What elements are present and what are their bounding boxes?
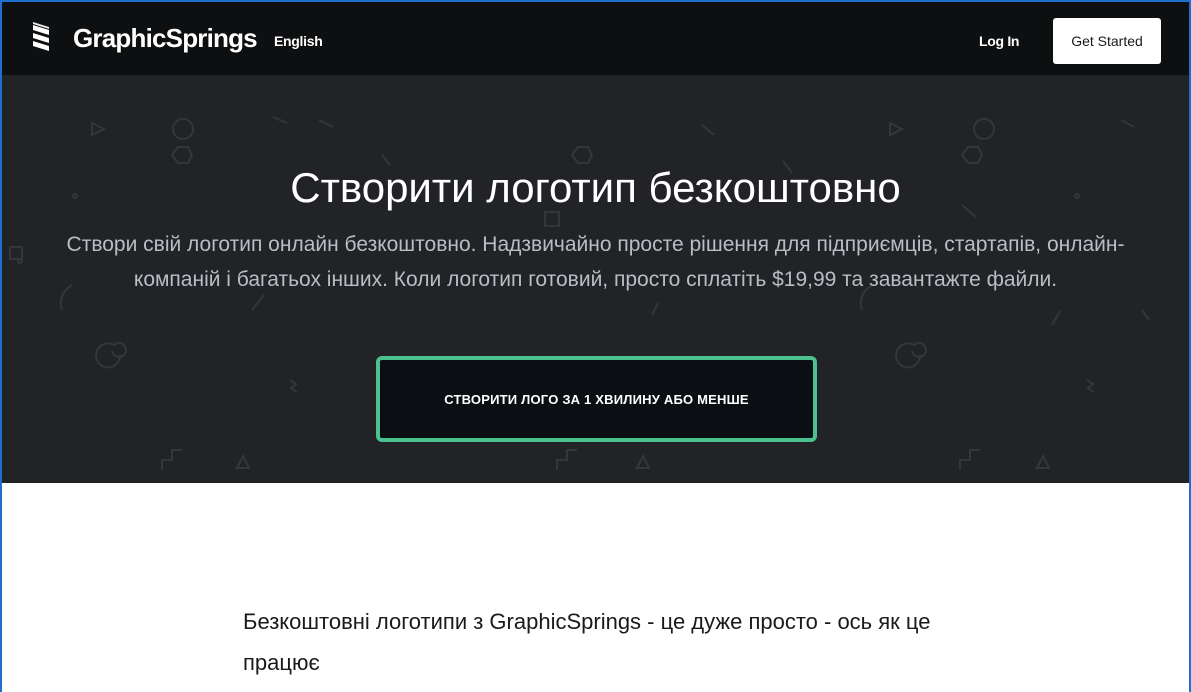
graphicsprings-logo-icon[interactable] bbox=[31, 21, 51, 55]
create-logo-cta-button[interactable]: СТВОРИТИ ЛОГО ЗА 1 ХВИЛИНУ АБО МЕНШЕ bbox=[376, 356, 817, 442]
login-link[interactable]: Log In bbox=[979, 33, 1019, 49]
how-it-works-heading: Безкоштовні логотипи з GraphicSprings - … bbox=[243, 609, 931, 675]
language-selector[interactable]: English bbox=[274, 33, 323, 49]
hero-title: Створити логотип безкоштовно bbox=[290, 164, 901, 211]
top-navigation-bar: GraphicSprings English Log In Get Starte… bbox=[2, 0, 1189, 75]
hero-subtitle: Створи свій логотип онлайн безкоштовно. … bbox=[66, 233, 1125, 291]
brand-name[interactable]: GraphicSprings bbox=[73, 23, 258, 54]
hero-section: Створити логотип безкоштовно Створи свій… bbox=[2, 75, 1189, 483]
get-started-button[interactable]: Get Started bbox=[1053, 18, 1161, 64]
